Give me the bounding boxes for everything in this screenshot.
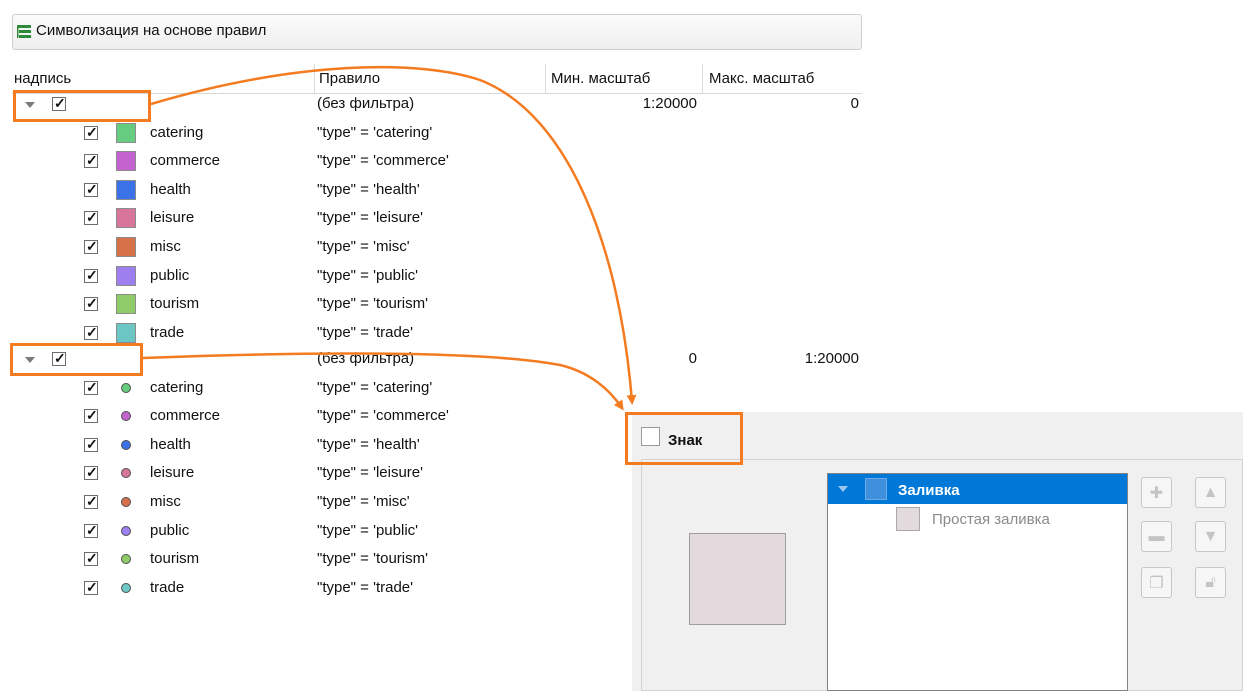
arrow-group1-to-symbol — [150, 65, 637, 405]
annotation-arrows — [142, 65, 637, 411]
arrow-group2-to-symbol — [142, 352, 624, 411]
